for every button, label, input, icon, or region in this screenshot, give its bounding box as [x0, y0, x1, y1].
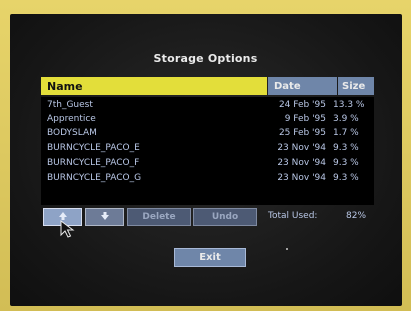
row-size: 9.3 %: [333, 158, 359, 168]
row-size: 9.3 %: [333, 143, 359, 153]
column-header-date[interactable]: Date: [268, 77, 337, 95]
row-name: BURNCYCLE_PACO_E: [47, 143, 140, 153]
table-row[interactable]: BURNCYCLE_PACO_G 23 Nov '94 9.3 %: [41, 172, 374, 184]
row-size: 1.7 %: [333, 128, 359, 138]
row-name: BODYSLAM: [47, 128, 97, 138]
row-name: BURNCYCLE_PACO_F: [47, 158, 140, 168]
row-name: BURNCYCLE_PACO_G: [47, 173, 142, 183]
row-date: 25 Feb '95: [278, 128, 326, 138]
move-down-button[interactable]: [85, 208, 124, 226]
row-size: 13.3 %: [333, 100, 365, 110]
column-header-size[interactable]: Size: [338, 77, 374, 95]
total-used-label: Total Used:: [268, 211, 318, 221]
exit-label: Exit: [199, 252, 221, 263]
row-date: 23 Nov '94: [277, 158, 326, 168]
delete-label: Delete: [142, 212, 176, 222]
row-date: 24 Feb '95: [278, 100, 326, 110]
table-row[interactable]: Apprentice 9 Feb '95 3.9 %: [41, 113, 374, 125]
undo-label: Undo: [211, 212, 239, 222]
row-size: 9.3 %: [333, 173, 359, 183]
table-row[interactable]: BURNCYCLE_PACO_E 23 Nov '94 9.3 %: [41, 142, 374, 154]
row-name: 7th_Guest: [47, 100, 93, 110]
mouse-cursor-icon: [60, 220, 76, 238]
undo-button[interactable]: Undo: [193, 208, 257, 226]
arrow-down-icon: [100, 211, 110, 224]
total-used-value: 82%: [346, 211, 367, 221]
exit-button[interactable]: Exit: [174, 248, 246, 267]
page-title: Storage Options: [153, 52, 258, 65]
row-date: 9 Feb '95: [284, 114, 326, 124]
storage-list: 7th_Guest 24 Feb '95 13.3 % Apprentice 9…: [41, 97, 374, 205]
row-name: Apprentice: [47, 114, 96, 124]
table-row[interactable]: BURNCYCLE_PACO_F 23 Nov '94 9.3 %: [41, 157, 374, 169]
row-size: 3.9 %: [333, 114, 359, 124]
table-row[interactable]: BODYSLAM 25 Feb '95 1.7 %: [41, 127, 374, 139]
table-row[interactable]: 7th_Guest 24 Feb '95 13.3 %: [41, 99, 374, 111]
screen-dust: [286, 248, 288, 250]
delete-button[interactable]: Delete: [127, 208, 191, 226]
row-date: 23 Nov '94: [277, 143, 326, 153]
row-date: 23 Nov '94: [277, 173, 326, 183]
column-header-name[interactable]: Name: [41, 77, 267, 95]
